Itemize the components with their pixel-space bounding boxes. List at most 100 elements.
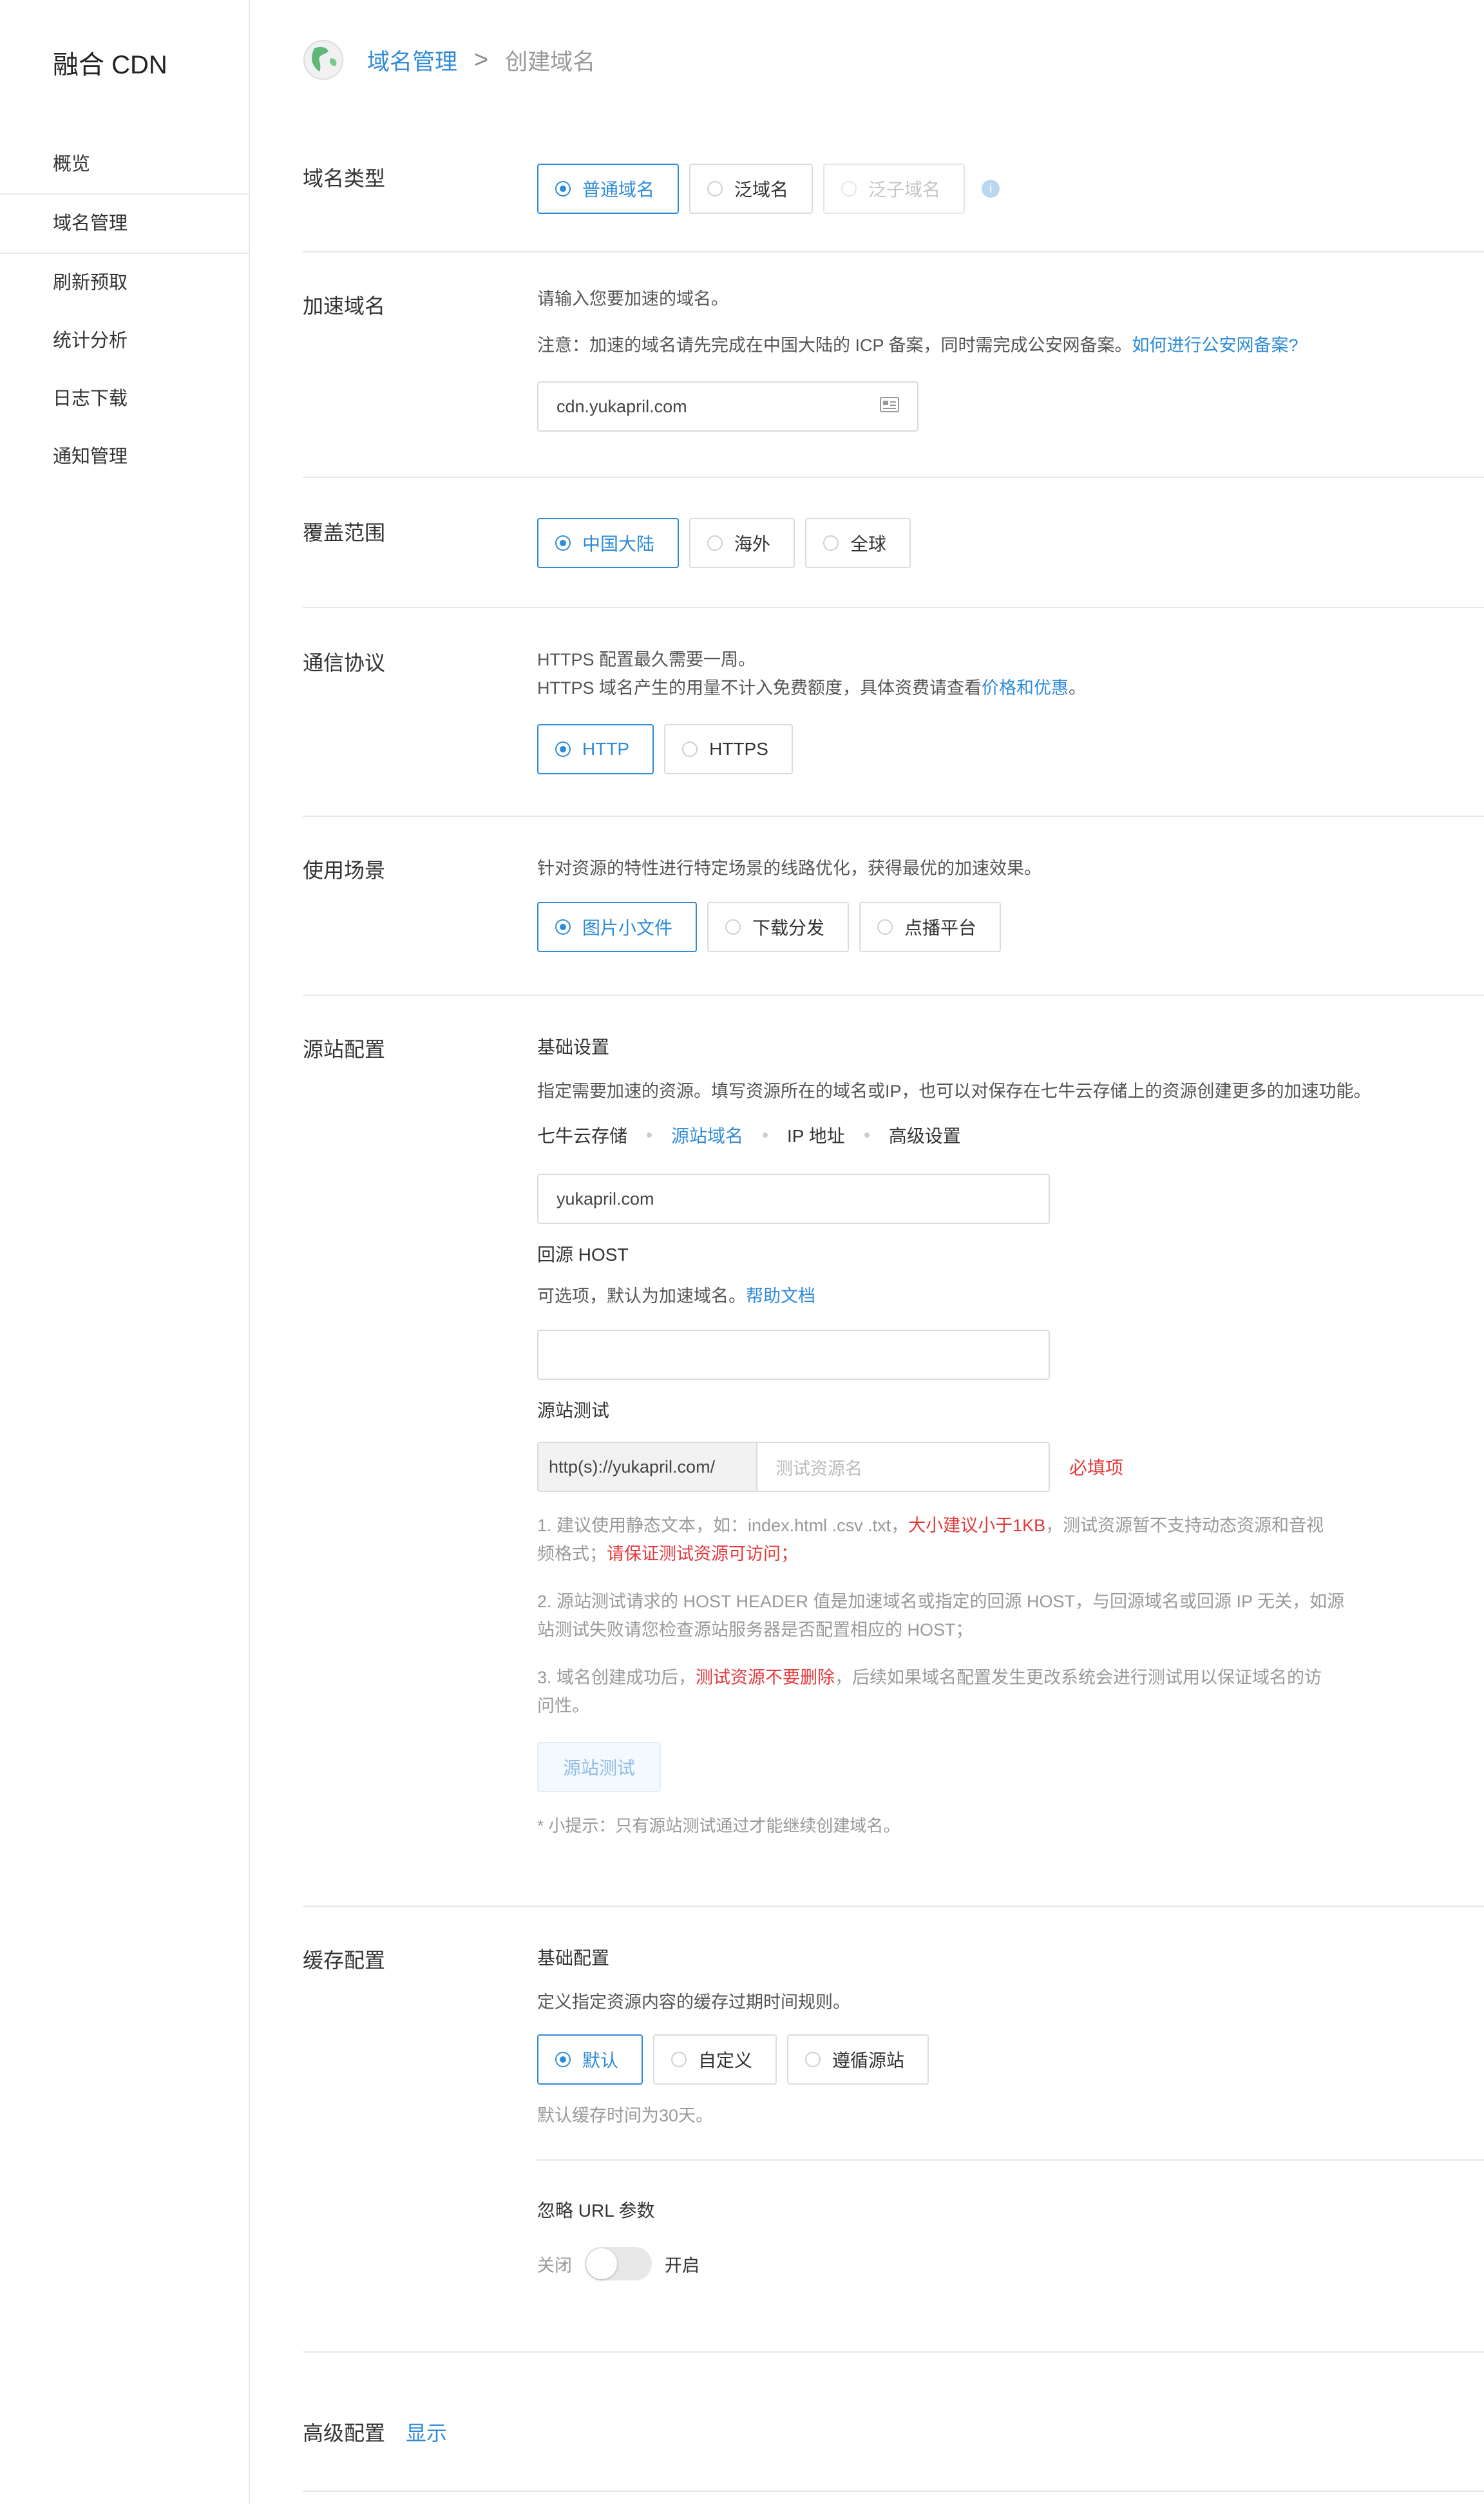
origin-host-label: 回源 HOST	[537, 1245, 629, 1265]
radio-cache-custom[interactable]: 自定义	[653, 2034, 777, 2085]
radio-dot	[555, 919, 571, 935]
origin-test-note-1: 1. 建议使用静态文本，如：index.html .csv .txt，大小建议小…	[537, 1516, 1324, 1563]
tab-advanced-settings[interactable]: 高级设置	[889, 1122, 961, 1148]
cache-divider	[537, 2159, 1484, 2161]
section-title: 源站配置	[303, 1038, 386, 1061]
sidebar-nav: 概览 域名管理 刷新预取 统计分析 日志下载 通知管理	[0, 135, 249, 486]
section-domain-type: 域名类型 普通域名 泛域名 泛子域名 i	[303, 138, 1484, 253]
radio-http[interactable]: HTTP	[537, 724, 654, 774]
section-title: 缓存配置	[303, 1949, 386, 1972]
advanced-show-link[interactable]: 显示	[406, 2417, 447, 2447]
globe-icon	[303, 39, 344, 81]
separator-dot	[763, 1133, 768, 1138]
radio-dot	[725, 919, 741, 935]
origin-test-prefix: http(s)://yukapril.com/	[538, 1443, 757, 1491]
origin-host-desc: 可选项，默认为加速域名。帮助文档	[537, 1286, 815, 1306]
section-title: 使用场景	[303, 859, 386, 882]
origin-test-field: http(s)://yukapril.com/ 测试资源名	[537, 1442, 1050, 1492]
radio-wildcard-domain[interactable]: 泛域名	[689, 164, 813, 214]
radio-https[interactable]: HTTPS	[664, 724, 793, 774]
separator-dot	[647, 1133, 652, 1138]
radio-dot	[555, 181, 571, 196]
tab-qiniu-storage[interactable]: 七牛云存储	[537, 1122, 627, 1148]
chevron-right-icon: >	[474, 46, 489, 73]
sidebar-item-overview[interactable]: 概览	[0, 135, 249, 193]
origin-test-note-2: 2. 源站测试请求的 HOST HEADER 值是加速域名或指定的回源 HOST…	[537, 1592, 1345, 1639]
radio-global[interactable]: 全球	[805, 518, 911, 568]
cache-basic-label: 基础配置	[537, 1948, 610, 1968]
protocol-note-1: HTTPS 配置最久需要一周。	[537, 650, 756, 669]
sidebar-item-notification[interactable]: 通知管理	[0, 428, 249, 486]
radio-vod[interactable]: 点播平台	[859, 902, 1002, 952]
breadcrumb: 域名管理 > 创建域名	[303, 37, 595, 82]
radio-dot	[841, 181, 857, 196]
radio-overseas[interactable]: 海外	[689, 518, 795, 568]
origin-test-tip: * 小提示：只有源站测试通过才能继续创建域名。	[537, 1816, 900, 1835]
radio-dot	[805, 2052, 821, 2067]
separator-dot	[864, 1133, 870, 1138]
section-protocol: 通信协议 HTTPS 配置最久需要一周。 HTTPS 域名产生的用量不计入免费额…	[303, 608, 1484, 817]
radio-dot	[682, 741, 698, 757]
radio-dot	[877, 919, 893, 935]
cache-default-note: 默认缓存时间为30天。	[537, 2106, 714, 2125]
accel-domain-hint: 请输入您要加速的域名。	[537, 289, 728, 309]
required-hint: 必填项	[1069, 1458, 1124, 1478]
help-doc-link[interactable]: 帮助文档	[746, 1286, 815, 1306]
origin-test-label: 源站测试	[537, 1400, 610, 1420]
origin-desc: 指定需要加速的资源。填写资源所在的域名或IP，也可以对保存在七牛云存储上的资源创…	[537, 1082, 1371, 1101]
scenario-desc: 针对资源的特性进行特定场景的线路优化，获得最优的加速效果。	[537, 859, 1042, 878]
origin-tabs: 七牛云存储 源站域名 IP 地址 高级设置	[537, 1122, 1465, 1148]
section-title: 高级配置	[303, 2422, 386, 2445]
origin-host-input[interactable]	[537, 1330, 1050, 1380]
breadcrumb-current: 创建域名	[505, 49, 596, 75]
radio-download[interactable]: 下载分发	[707, 902, 850, 952]
section-coverage: 覆盖范围 中国大陆 海外 全球	[303, 478, 1484, 608]
sidebar-item-log-download[interactable]: 日志下载	[0, 370, 249, 428]
radio-dot	[707, 535, 723, 551]
origin-basic-label: 基础设置	[537, 1037, 610, 1057]
radio-cache-default[interactable]: 默认	[537, 2034, 643, 2085]
info-icon[interactable]: i	[982, 180, 1000, 198]
sidebar-item-domain-management[interactable]: 域名管理	[0, 193, 249, 254]
tab-origin-domain[interactable]: 源站域名	[671, 1122, 743, 1148]
origin-test-button[interactable]: 源站测试	[537, 1742, 661, 1792]
pricing-link[interactable]: 价格和优惠	[982, 678, 1069, 698]
switch-on-label: 开启	[665, 2255, 699, 2275]
toggle-knob	[586, 2248, 617, 2279]
section-title: 加速域名	[303, 294, 386, 318]
section-scenario: 使用场景 针对资源的特性进行特定场景的线路优化，获得最优的加速效果。 图片小文件…	[303, 817, 1484, 996]
sidebar: 融合 CDN 概览 域名管理 刷新预取 统计分析 日志下载 通知管理	[0, 0, 250, 2504]
radio-cache-follow-origin[interactable]: 遵循源站	[787, 2034, 929, 2085]
brand-title: 融合 CDN	[53, 51, 167, 79]
radio-normal-domain[interactable]: 普通域名	[537, 164, 680, 214]
sidebar-item-refresh-prefetch[interactable]: 刷新预取	[0, 254, 249, 312]
section-cache: 缓存配置 基础配置 定义指定资源内容的缓存过期时间规则。 默认 自定义 遵循源站…	[303, 1907, 1484, 2353]
sidebar-item-statistics[interactable]: 统计分析	[0, 312, 249, 370]
radio-wildcard-subdomain: 泛子域名	[823, 164, 966, 214]
id-card-icon	[880, 396, 899, 417]
origin-test-note-3: 3. 域名创建成功后，测试资源不要删除，后续如果域名配置发生更改系统会进行测试用…	[537, 1668, 1322, 1716]
origin-test-input[interactable]: 测试资源名	[757, 1443, 1049, 1491]
section-title: 覆盖范围	[303, 521, 386, 544]
radio-dot	[555, 741, 571, 757]
origin-domain-input[interactable]: yukapril.com	[537, 1174, 1050, 1224]
radio-dot	[671, 2052, 687, 2067]
switch-off-label: 关闭	[537, 2255, 572, 2275]
cache-desc: 定义指定资源内容的缓存过期时间规则。	[537, 1993, 850, 2012]
ignore-url-params-toggle[interactable]	[585, 2247, 652, 2280]
tab-ip-address[interactable]: IP 地址	[787, 1122, 845, 1148]
ignore-url-params-switch-row: 关闭 开启	[537, 2247, 1484, 2280]
section-title: 域名类型	[303, 167, 386, 190]
protocol-note-2: HTTPS 域名产生的用量不计入免费额度，具体资费请查看价格和优惠。	[537, 678, 1087, 698]
breadcrumb-domain-management[interactable]: 域名管理	[367, 44, 457, 77]
radio-dot	[555, 2052, 571, 2067]
section-title: 通信协议	[303, 651, 386, 674]
radio-mainland-china[interactable]: 中国大陆	[537, 518, 680, 568]
police-filing-link[interactable]: 如何进行公安网备案?	[1132, 336, 1298, 355]
section-origin: 源站配置 基础设置 指定需要加速的资源。填写资源所在的域名或IP，也可以对保存在…	[303, 996, 1484, 1907]
radio-small-image[interactable]: 图片小文件	[537, 902, 698, 952]
accel-domain-note: 注意：加速的域名请先完成在中国大陆的 ICP 备案，同时需完成公安网备案。如何进…	[537, 336, 1298, 355]
radio-dot	[823, 535, 839, 551]
section-advanced: 高级配置 显示	[303, 2353, 1484, 2492]
accel-domain-input[interactable]: cdn.yukapril.com	[537, 381, 918, 432]
